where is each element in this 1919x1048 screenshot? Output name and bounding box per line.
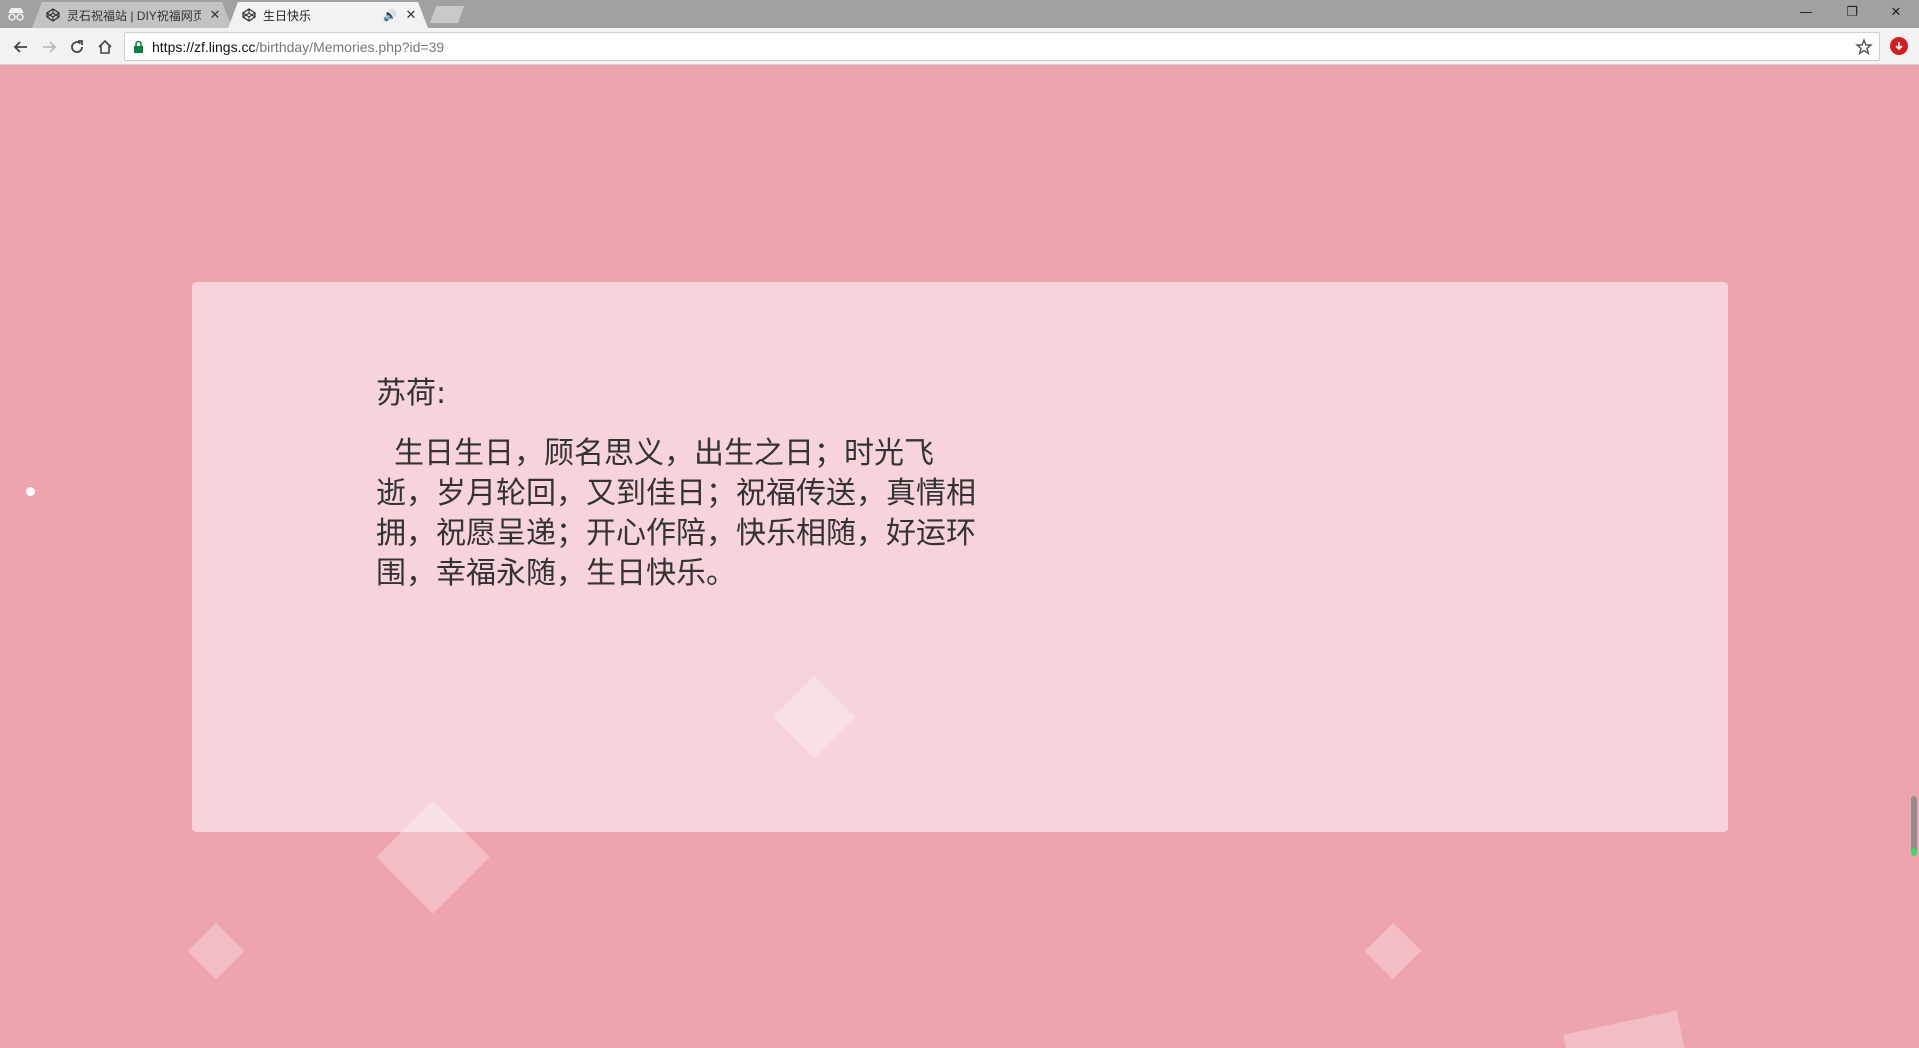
tab-title: 灵石祝福站 | DIY祝福网页 [67,8,201,23]
extension-icon[interactable] [1890,37,1908,55]
tab-close-icon[interactable]: ✕ [404,8,418,22]
incognito-icon [4,5,28,23]
codepen-favicon-icon [242,8,256,22]
lock-icon [134,40,143,53]
message-card: 苏荷: 生日生日，顾名思义，出生之日；时光飞逝，岁月轮回，又到佳日；祝福传送，真… [192,282,1728,832]
new-tab-button[interactable] [430,6,464,23]
speaker-icon[interactable]: 🔊 [383,9,397,22]
url-path: /birthday/Memories.php?id=39 [255,38,445,55]
browser-tab-strip: 灵石祝福站 | DIY祝福网页 ✕ 生日快乐 🔊 ✕ — ❐ ✕ [0,0,1919,28]
address-bar[interactable]: https://zf.lings.cc/birthday/Memories.ph… [124,32,1880,61]
birthday-message: 生日生日，顾名思义，出生之日；时光飞逝，岁月轮回，又到佳日；祝福传送，真情相拥，… [376,436,976,591]
url-host: https://zf.lings.cc [152,38,256,55]
codepen-favicon-icon [46,8,60,22]
home-icon[interactable] [93,35,117,59]
minimize-icon[interactable]: — [1783,0,1829,24]
back-arrow-icon[interactable] [9,35,33,59]
scrollbar-thumb[interactable] [1911,796,1917,854]
tab-lingshi-blessing[interactable]: 灵石祝福站 | DIY祝福网页 ✕ [32,2,232,28]
tab-birthday[interactable]: 生日快乐 🔊 ✕ [228,2,428,28]
greeting-name: 苏荷: [376,376,447,411]
star-icon[interactable] [1855,38,1873,56]
restore-icon[interactable]: ❐ [1829,0,1875,24]
window-close-icon[interactable]: ✕ [1873,0,1919,24]
forward-arrow-icon[interactable] [37,35,61,59]
reload-icon[interactable] [65,35,89,59]
scrollbar-indicator [1911,848,1917,856]
page-viewport: 苏荷: 生日生日，顾名思义，出生之日；时光飞逝，岁月轮回，又到佳日；祝福传送，真… [0,66,1919,1048]
browser-toolbar: https://zf.lings.cc/birthday/Memories.ph… [0,28,1919,65]
floating-dot-decoration [26,487,35,496]
tab-title: 生日快乐 [263,8,312,23]
tab-close-icon[interactable]: ✕ [208,8,222,22]
